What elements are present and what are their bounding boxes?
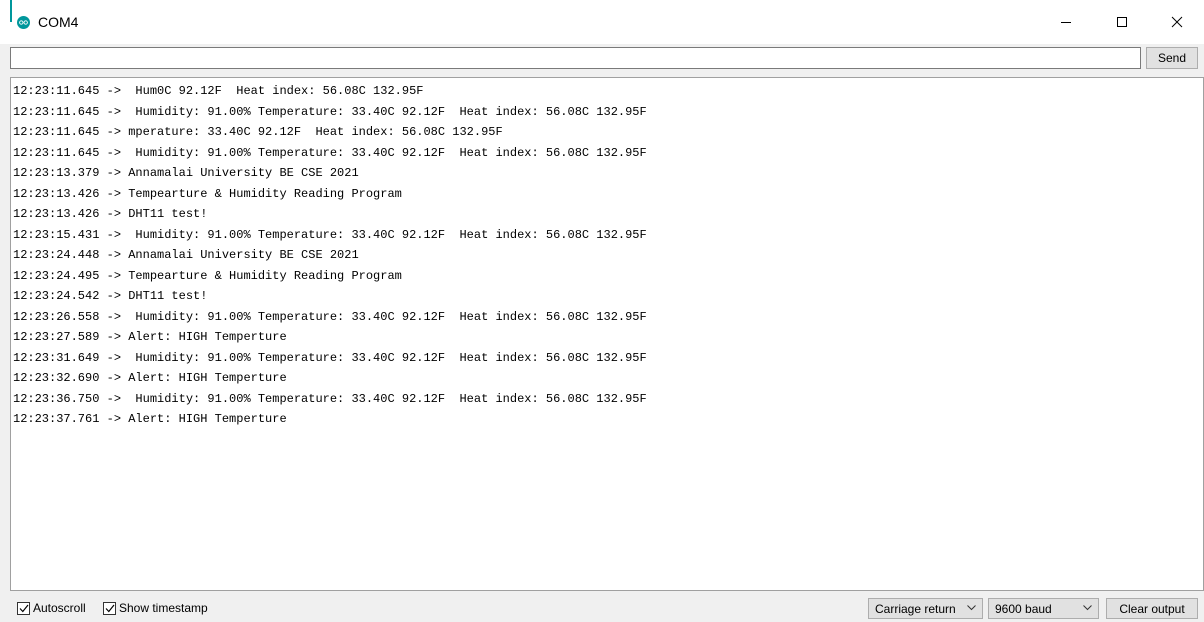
- line-ending-select[interactable]: Carriage return: [868, 598, 983, 619]
- window-title: COM4: [38, 14, 79, 30]
- baud-rate-select[interactable]: 9600 baud: [988, 598, 1099, 619]
- output-line: 12:23:36.750 -> Humidity: 91.00% Tempera…: [13, 391, 647, 406]
- minimize-button[interactable]: [1043, 0, 1089, 44]
- output-line: 12:23:13.426 -> DHT11 test!: [13, 207, 208, 221]
- autoscroll-checkbox[interactable]: Autoscroll: [17, 601, 86, 615]
- line-ending-value: Carriage return: [875, 601, 956, 616]
- close-button[interactable]: [1154, 0, 1200, 44]
- output-line: 12:23:24.495 -> Tempearture & Humidity R…: [13, 268, 402, 283]
- maximize-icon: [1117, 17, 1127, 27]
- arduino-icon: [17, 16, 30, 29]
- output-line: 12:23:11.645 -> Hum0C 92.12F Heat index:…: [13, 84, 424, 98]
- chevron-down-icon: [1083, 605, 1092, 611]
- checkbox-box: [17, 601, 30, 615]
- autoscroll-label: Autoscroll: [33, 601, 86, 615]
- chevron-down-icon: [967, 605, 976, 611]
- title-bar: COM4: [0, 0, 1204, 44]
- send-button[interactable]: Send: [1146, 47, 1198, 69]
- send-row: Send: [10, 46, 1204, 72]
- output-line: 12:23:11.645 -> Humidity: 91.00% Tempera…: [13, 104, 647, 119]
- close-icon: [1171, 16, 1183, 28]
- output-line: 12:23:15.431 -> Humidity: 91.00% Tempera…: [13, 227, 647, 242]
- output-line: 12:23:27.589 -> Alert: HIGH Temperture: [13, 330, 287, 344]
- serial-input[interactable]: [10, 47, 1141, 69]
- output-line: 12:23:24.542 -> DHT11 test!: [13, 289, 208, 303]
- output-line: 12:23:11.645 -> Humidity: 91.00% Tempera…: [13, 145, 647, 160]
- show-timestamp-checkbox[interactable]: Show timestamp: [103, 601, 208, 615]
- output-line: 12:23:11.645 -> mperature: 33.40C 92.12F…: [13, 125, 503, 139]
- output-line: 12:23:37.761 -> Alert: HIGH Temperture: [13, 412, 287, 426]
- output-line: 12:23:32.690 -> Alert: HIGH Temperture: [13, 371, 287, 385]
- checkbox-box: [103, 601, 116, 615]
- clear-output-button[interactable]: Clear output: [1106, 598, 1198, 619]
- focus-accent-line: [10, 0, 12, 22]
- serial-output[interactable]: 12:23:11.645 -> Hum0C 92.12F Heat index:…: [10, 77, 1204, 591]
- checkmark-icon: [105, 604, 114, 612]
- status-bar: Autoscroll Show timestamp Carriage retur…: [0, 594, 1204, 622]
- minimize-icon: [1061, 22, 1071, 23]
- baud-rate-value: 9600 baud: [995, 601, 1052, 616]
- show-timestamp-label: Show timestamp: [119, 601, 208, 615]
- output-line: 12:23:24.448 -> Annamalai University BE …: [13, 248, 359, 262]
- maximize-button[interactable]: [1099, 0, 1145, 44]
- output-line: 12:23:31.649 -> Humidity: 91.00% Tempera…: [13, 350, 647, 365]
- output-line: 12:23:13.379 -> Annamalai University BE …: [13, 166, 359, 180]
- checkmark-icon: [19, 604, 28, 612]
- output-line: 12:23:26.558 -> Humidity: 91.00% Tempera…: [13, 309, 647, 324]
- output-line: 12:23:13.426 -> Tempearture & Humidity R…: [13, 186, 402, 201]
